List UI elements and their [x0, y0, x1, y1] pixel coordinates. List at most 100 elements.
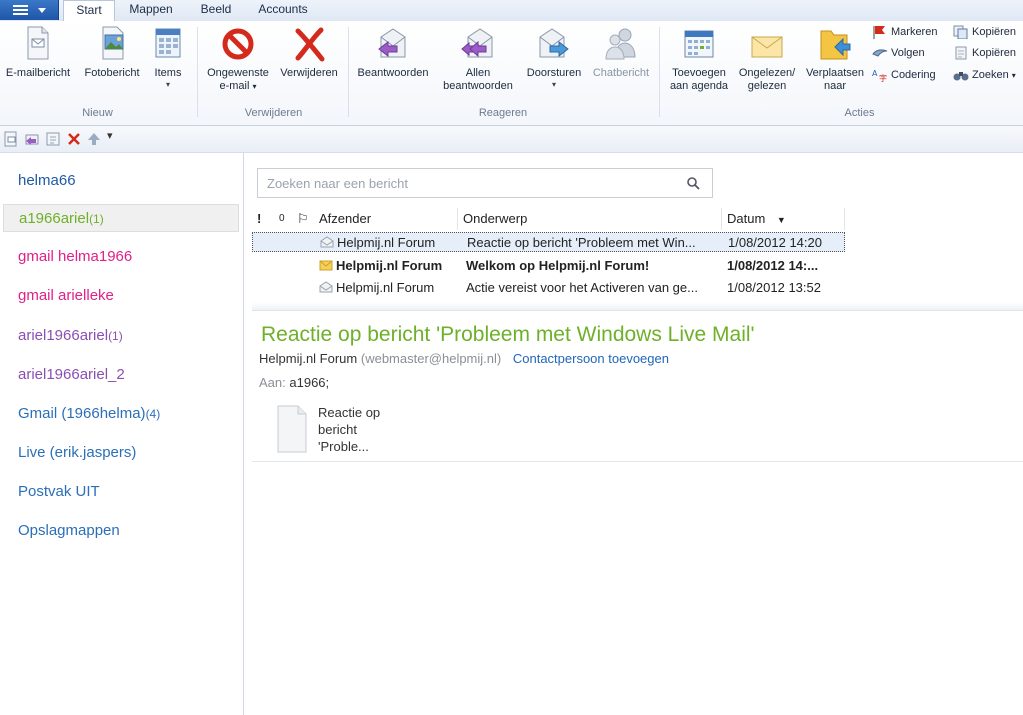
customize-toolbar-icon[interactable]: ▾ — [107, 129, 113, 142]
svg-text:A: A — [872, 69, 878, 78]
folder-item[interactable]: Postvak UIT — [0, 478, 239, 506]
reading-pane-divider — [252, 461, 1023, 462]
chat-message-button[interactable]: Chatbericht — [588, 25, 654, 80]
ribbon-tab-bar: Start Mappen Beeld Accounts — [0, 0, 1023, 22]
chevron-down-icon: ▾ — [551, 80, 556, 89]
items-icon — [155, 28, 181, 58]
copy-button[interactable]: Kopiëren — [953, 23, 1016, 41]
attachment-file-icon[interactable] — [276, 404, 308, 457]
folder-item[interactable]: ariel1966ariel_2 — [0, 361, 239, 389]
envelope-icon — [751, 36, 783, 58]
new-email-icon — [27, 26, 49, 60]
message-row[interactable]: Helpmij.nl Forum Welkom op Helpmij.nl Fo… — [252, 256, 845, 276]
chevron-down-icon — [38, 8, 46, 13]
group-label-nieuw: Nieuw — [82, 107, 113, 119]
group-separator — [197, 27, 198, 117]
add-to-calendar-button[interactable]: Toevoegen aan agenda — [665, 25, 733, 93]
tab-beeld[interactable]: Beeld — [192, 0, 240, 20]
copy-button-2[interactable]: Kopiëren — [953, 44, 1016, 62]
column-date[interactable]: Datum ▼ — [722, 208, 845, 230]
flag-icon — [873, 26, 885, 40]
folder-item[interactable]: gmail arielleke — [0, 282, 239, 310]
column-flag[interactable]: ⚐ — [292, 208, 314, 230]
folder-item[interactable]: Live (erik.jaspers) — [0, 439, 239, 467]
folder-item[interactable]: ariel1966ariel(1) — [0, 322, 239, 350]
delete-small-icon[interactable] — [66, 131, 82, 150]
block-icon — [222, 28, 254, 60]
chevron-down-icon: ▾ — [165, 80, 170, 89]
search-input[interactable] — [265, 175, 669, 192]
reply-small-icon[interactable] — [24, 131, 40, 150]
calendar-icon — [684, 30, 714, 58]
photo-message-icon — [102, 26, 124, 60]
group-separator — [659, 27, 660, 117]
folder-item[interactable]: gmail helma1966 — [0, 243, 239, 271]
arrow-up-icon[interactable] — [86, 131, 102, 150]
follow-icon — [872, 49, 888, 57]
reply-all-button[interactable]: Allen beantwoorden — [436, 25, 520, 93]
folder-item-selected[interactable]: a1966ariel(1) — [3, 204, 239, 232]
move-to-button[interactable]: Verplaatsen naar — [802, 25, 868, 93]
copy-icon — [955, 46, 967, 60]
mark-button[interactable]: Markeren — [872, 23, 937, 41]
menu-icon — [13, 5, 28, 15]
contacts-icon — [605, 28, 636, 60]
find-button[interactable]: Zoeken ▾ — [953, 66, 1016, 84]
message-search-box — [257, 168, 713, 198]
message-recipients: Aan: a1966; — [259, 375, 330, 390]
chevron-down-icon: ▾ — [1011, 71, 1016, 80]
add-contact-link[interactable]: Contactpersoon toevoegen — [513, 351, 669, 366]
chevron-down-icon: ▾ — [252, 82, 257, 91]
copy-icon — [953, 25, 968, 40]
new-items-button[interactable]: Items ▾ — [148, 25, 188, 90]
junk-email-button[interactable]: Ongewenste e-mail ▾ — [203, 25, 273, 93]
forward-button[interactable]: Doorsturen ▾ — [519, 25, 589, 90]
tab-mappen[interactable]: Mappen — [120, 0, 182, 20]
column-subject[interactable]: Onderwerp — [458, 208, 722, 230]
search-icon[interactable] — [686, 176, 700, 193]
sort-down-icon: ▼ — [776, 215, 786, 225]
folder-item[interactable]: helma66 — [0, 167, 239, 195]
follow-button[interactable]: Volgen — [872, 44, 925, 62]
column-importance[interactable]: ! — [252, 208, 274, 230]
reply-icon — [378, 28, 406, 58]
message-list-divider[interactable] — [252, 302, 1023, 311]
reply-button[interactable]: Beantwoorden — [352, 25, 434, 80]
message-row[interactable]: Helpmij.nl Forum Actie vereist voor het … — [252, 278, 845, 298]
encoding-icon: A字 — [872, 69, 887, 83]
read-envelope-icon — [319, 278, 333, 298]
forward-icon — [539, 28, 569, 58]
column-sender[interactable]: Afzender — [314, 208, 458, 230]
encoding-button[interactable]: A 字 Codering — [872, 66, 936, 84]
delete-x-icon — [295, 27, 325, 62]
folder-item[interactable]: Opslagmappen — [0, 517, 239, 545]
unread-read-button[interactable]: Ongelezen/ gelezen — [733, 25, 801, 93]
group-label-reageren: Reageren — [478, 107, 528, 119]
message-sender: Helpmij.nl Forum (webmaster@helpmij.nl) … — [259, 351, 669, 366]
message-row[interactable]: Helpmij.nl Forum Reactie op bericht 'Pro… — [252, 232, 845, 252]
send-receive-icon[interactable] — [45, 131, 61, 150]
ribbon: E-mailbericht Fotobericht Items ▾ Nieuw … — [0, 21, 1023, 126]
unread-envelope-icon — [319, 256, 333, 276]
tab-accounts[interactable]: Accounts — [252, 0, 314, 20]
tab-start[interactable]: Start — [63, 0, 115, 22]
new-photo-message-button[interactable]: Fotobericht — [77, 25, 147, 80]
delete-button[interactable]: Verwijderen — [274, 25, 344, 80]
message-subject: Reactie op bericht 'Probleem met Windows… — [261, 323, 755, 346]
folder-item[interactable]: Gmail (1966helma)(4) — [0, 400, 239, 428]
column-attachment[interactable]: 0 — [274, 208, 292, 230]
quick-access-toolbar: ▾ — [0, 126, 1023, 153]
binoculars-icon — [953, 72, 969, 81]
group-separator — [348, 27, 349, 117]
new-message-icon[interactable] — [3, 131, 19, 150]
app-menu-button[interactable] — [0, 0, 59, 20]
attachment-name[interactable]: Reactie op bericht 'Proble... — [318, 404, 398, 455]
new-email-button[interactable]: E-mailbericht — [4, 25, 72, 80]
folder-pane: helma66 a1966ariel(1) gmail helma1966 gm… — [0, 153, 244, 715]
reply-all-icon — [461, 28, 493, 58]
message-list-header: ! 0 ⚐ Afzender Onderwerp Datum ▼ — [252, 208, 845, 230]
group-label-verwijderen: Verwijderen — [244, 107, 303, 119]
read-envelope-icon — [320, 233, 334, 253]
folder-move-icon — [820, 30, 851, 60]
group-label-acties: Acties — [844, 107, 875, 119]
